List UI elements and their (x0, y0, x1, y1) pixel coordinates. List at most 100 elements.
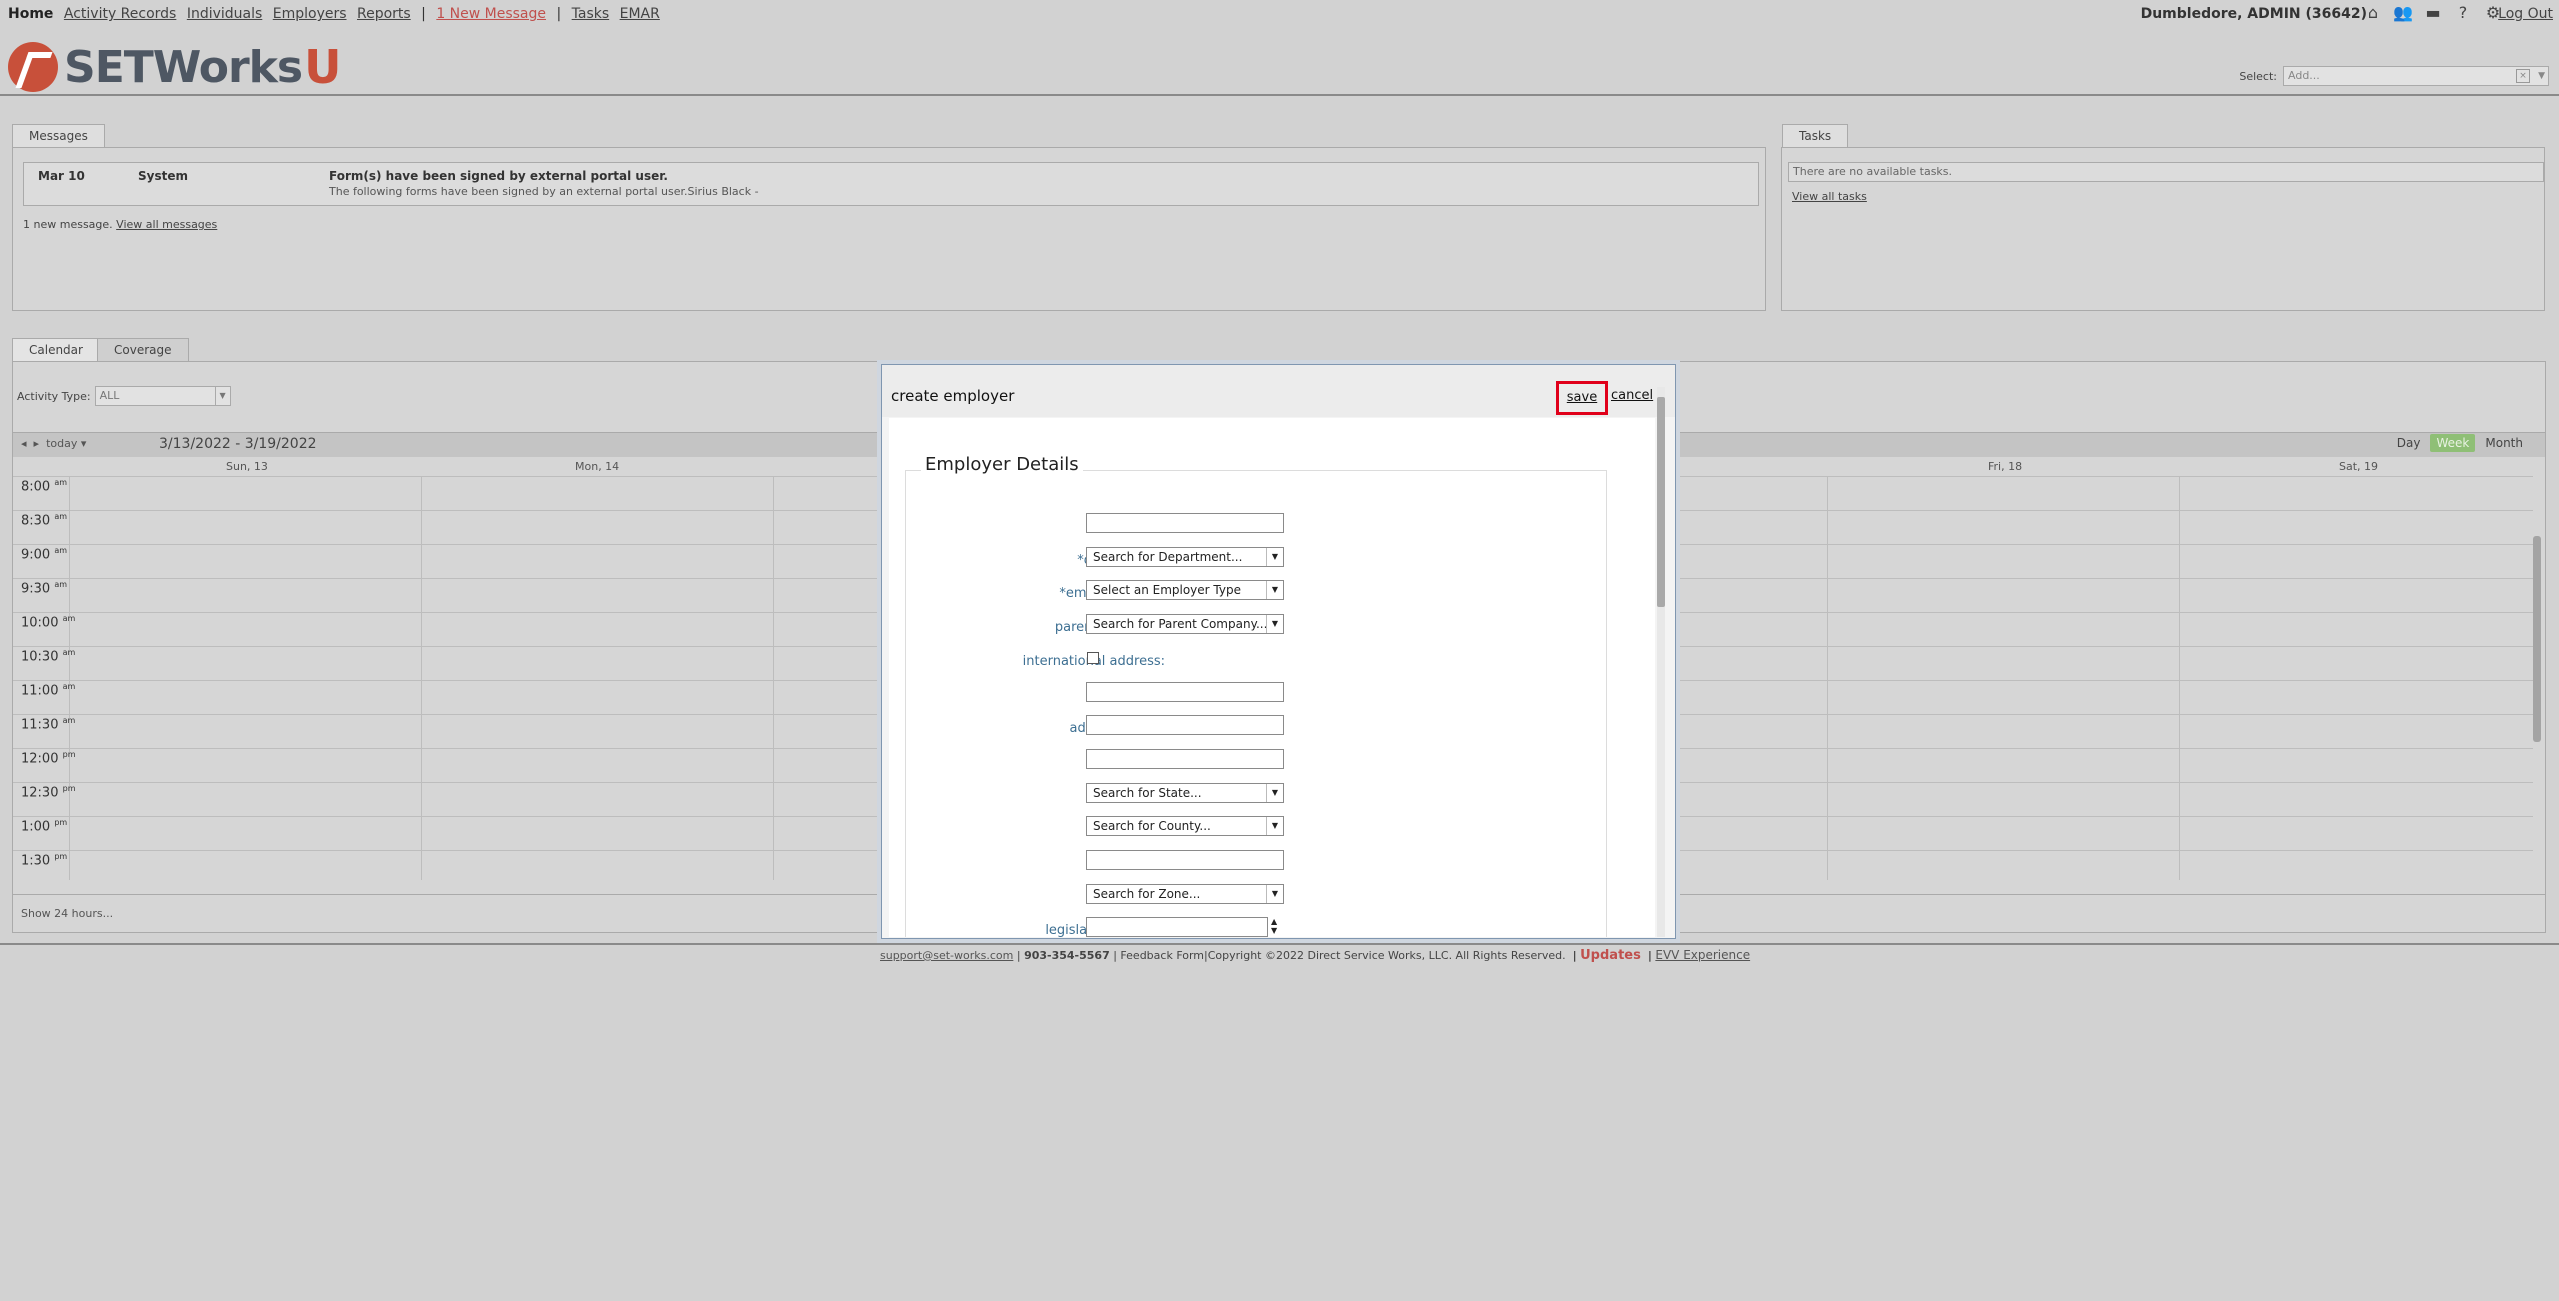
scroll-thumb[interactable] (2533, 536, 2541, 742)
view-day-button[interactable]: Day (2391, 434, 2427, 452)
text-field[interactable] (1086, 715, 1284, 736)
time-label: 8:30 am (21, 512, 67, 528)
form-row: legislative district:▲▼ (889, 917, 1655, 937)
clear-icon[interactable]: × (2516, 69, 2530, 83)
logo-word: SETWorks (64, 41, 303, 93)
time-value: 1:30 (21, 853, 51, 869)
checkbox[interactable] (1087, 651, 1099, 664)
select-value: Select an Employer Type (1093, 583, 1241, 598)
activity-type-filter: Activity Type: ALL ▼ (17, 386, 231, 406)
chevron-down-icon[interactable]: ▼ (1266, 884, 1283, 903)
tab-calendar[interactable]: Calendar (12, 338, 100, 361)
next-icon[interactable]: ▸ (34, 437, 40, 450)
scroll-thumb[interactable] (1657, 397, 1665, 607)
chevron-down-icon[interactable]: ▼ (1266, 581, 1283, 600)
briefcase-icon[interactable]: ▬ (2423, 3, 2443, 23)
activity-type-select[interactable]: ALL ▼ (94, 386, 231, 406)
chevron-down-icon[interactable]: ▼ (1266, 547, 1283, 566)
select-field[interactable]: Search for County... ▼ (1086, 816, 1284, 837)
select-placeholder: Add... (2288, 69, 2320, 82)
message-sender: System (138, 169, 188, 183)
select-add-input[interactable]: Add... × ▼ (2283, 66, 2549, 86)
form-row: state:Search for State...▼ (889, 782, 1655, 809)
nav-employers[interactable]: Employers (273, 6, 347, 22)
time-ampm: am (62, 682, 76, 691)
message-date: Mar 10 (38, 169, 85, 183)
time-value: 8:30 (21, 513, 51, 529)
help-icon[interactable]: ? (2453, 3, 2473, 23)
select-value: Search for Parent Company... (1093, 617, 1268, 632)
time-value: 10:00 (21, 615, 59, 631)
form-row: *department:Search for Department...▼ (889, 546, 1655, 573)
select-field[interactable]: Select an Employer Type ▼ (1086, 580, 1284, 601)
show-24-hours-label[interactable]: Show 24 hours... (21, 907, 113, 920)
tab-coverage[interactable]: Coverage (97, 338, 189, 361)
dialog-scrollbar[interactable] (1657, 387, 1665, 937)
day-header: Sun, 13 (226, 460, 268, 473)
header-divider (0, 94, 2559, 96)
nav-tasks[interactable]: Tasks (572, 6, 610, 22)
text-field[interactable] (1086, 681, 1284, 702)
nav-emar[interactable]: EMAR (620, 6, 660, 22)
view-all-tasks-link[interactable]: View all tasks (1792, 190, 1867, 203)
evv-experience-link[interactable]: EVV Experience (1655, 948, 1750, 962)
logout-link[interactable]: Log Out (2498, 6, 2553, 22)
nav-new-message[interactable]: 1 New Message (436, 6, 546, 22)
text-field[interactable] (1086, 513, 1284, 533)
calendar-scrollbar[interactable] (2533, 476, 2541, 880)
text-field[interactable] (1086, 748, 1284, 769)
time-ampm: am (54, 546, 68, 555)
day-header: Fri, 18 (1988, 460, 2023, 473)
select-field[interactable]: Search for State... ▼ (1086, 782, 1284, 803)
select-value: Search for State... (1093, 785, 1202, 800)
view-all-messages-link[interactable]: View all messages (116, 218, 217, 231)
number-field[interactable] (1086, 917, 1268, 937)
calendar-range: 3/13/2022 - 3/19/2022 (159, 436, 317, 452)
nav-home[interactable]: Home (8, 6, 53, 22)
time-ampm: pm (62, 750, 76, 759)
chevron-down-icon[interactable]: ▼ (1266, 615, 1283, 634)
view-week-button[interactable]: Week (2430, 434, 2476, 452)
updates-link[interactable]: Updates (1580, 948, 1641, 963)
text-field[interactable] (1086, 850, 1284, 870)
nav-icons: ⌂ 👥 ▬ ? ⚙ (2363, 3, 2503, 23)
support-email-link[interactable]: support@set-works.com (880, 949, 1013, 962)
setworks-logo[interactable]: SETWorks U (8, 40, 341, 94)
select-field[interactable]: Search for Parent Company... ▼ (1086, 614, 1284, 635)
time-ampm: am (54, 512, 68, 521)
chevron-down-icon[interactable]: ▼ (2538, 67, 2545, 85)
time-label: 10:00 am (21, 614, 75, 630)
chevron-down-icon[interactable]: ▼ (1266, 783, 1283, 802)
view-month-button[interactable]: Month (2479, 434, 2529, 452)
form-row: county:Search for County...▼ (889, 816, 1655, 842)
time-ampm: pm (62, 784, 76, 793)
nav-separator: | (421, 6, 426, 22)
chevron-down-icon[interactable]: ▼ (214, 387, 230, 405)
chevron-down-icon[interactable]: ▼ (1266, 817, 1283, 836)
tab-tasks[interactable]: Tasks (1782, 124, 1849, 147)
cancel-button[interactable]: cancel (1611, 388, 1653, 403)
date-picker-icon[interactable]: ▾ (81, 437, 87, 450)
time-ampm: pm (54, 818, 68, 827)
time-ampm: pm (54, 852, 68, 861)
nav-reports[interactable]: Reports (357, 6, 411, 22)
select-field[interactable]: Search for Department... ▼ (1086, 546, 1284, 567)
select-field[interactable]: Search for Zone... ▼ (1086, 883, 1284, 904)
prev-icon[interactable]: ◂ (21, 437, 27, 450)
time-label: 11:00 am (21, 682, 75, 698)
save-button[interactable]: save (1556, 381, 1608, 415)
activity-type-value: ALL (99, 389, 120, 402)
nav-activity-records[interactable]: Activity Records (64, 6, 176, 22)
tab-messages[interactable]: Messages (12, 124, 105, 147)
time-label: 10:30 am (21, 648, 75, 664)
today-button[interactable]: today (46, 437, 77, 450)
nav-individuals[interactable]: Individuals (187, 6, 262, 22)
home-icon[interactable]: ⌂ (2363, 3, 2383, 23)
calendar-nav: ◂ ▸ today ▾ (21, 437, 86, 450)
stepper-icon[interactable]: ▲ ▼ (1271, 917, 1277, 935)
time-value: 8:00 (21, 479, 51, 495)
message-row[interactable]: Mar 10 System Form(s) have been signed b… (23, 162, 1759, 206)
select-value: Search for Department... (1093, 549, 1243, 564)
people-icon[interactable]: 👥 (2393, 3, 2413, 23)
form-row: *employer type:Select an Employer Type▼ (889, 580, 1655, 606)
